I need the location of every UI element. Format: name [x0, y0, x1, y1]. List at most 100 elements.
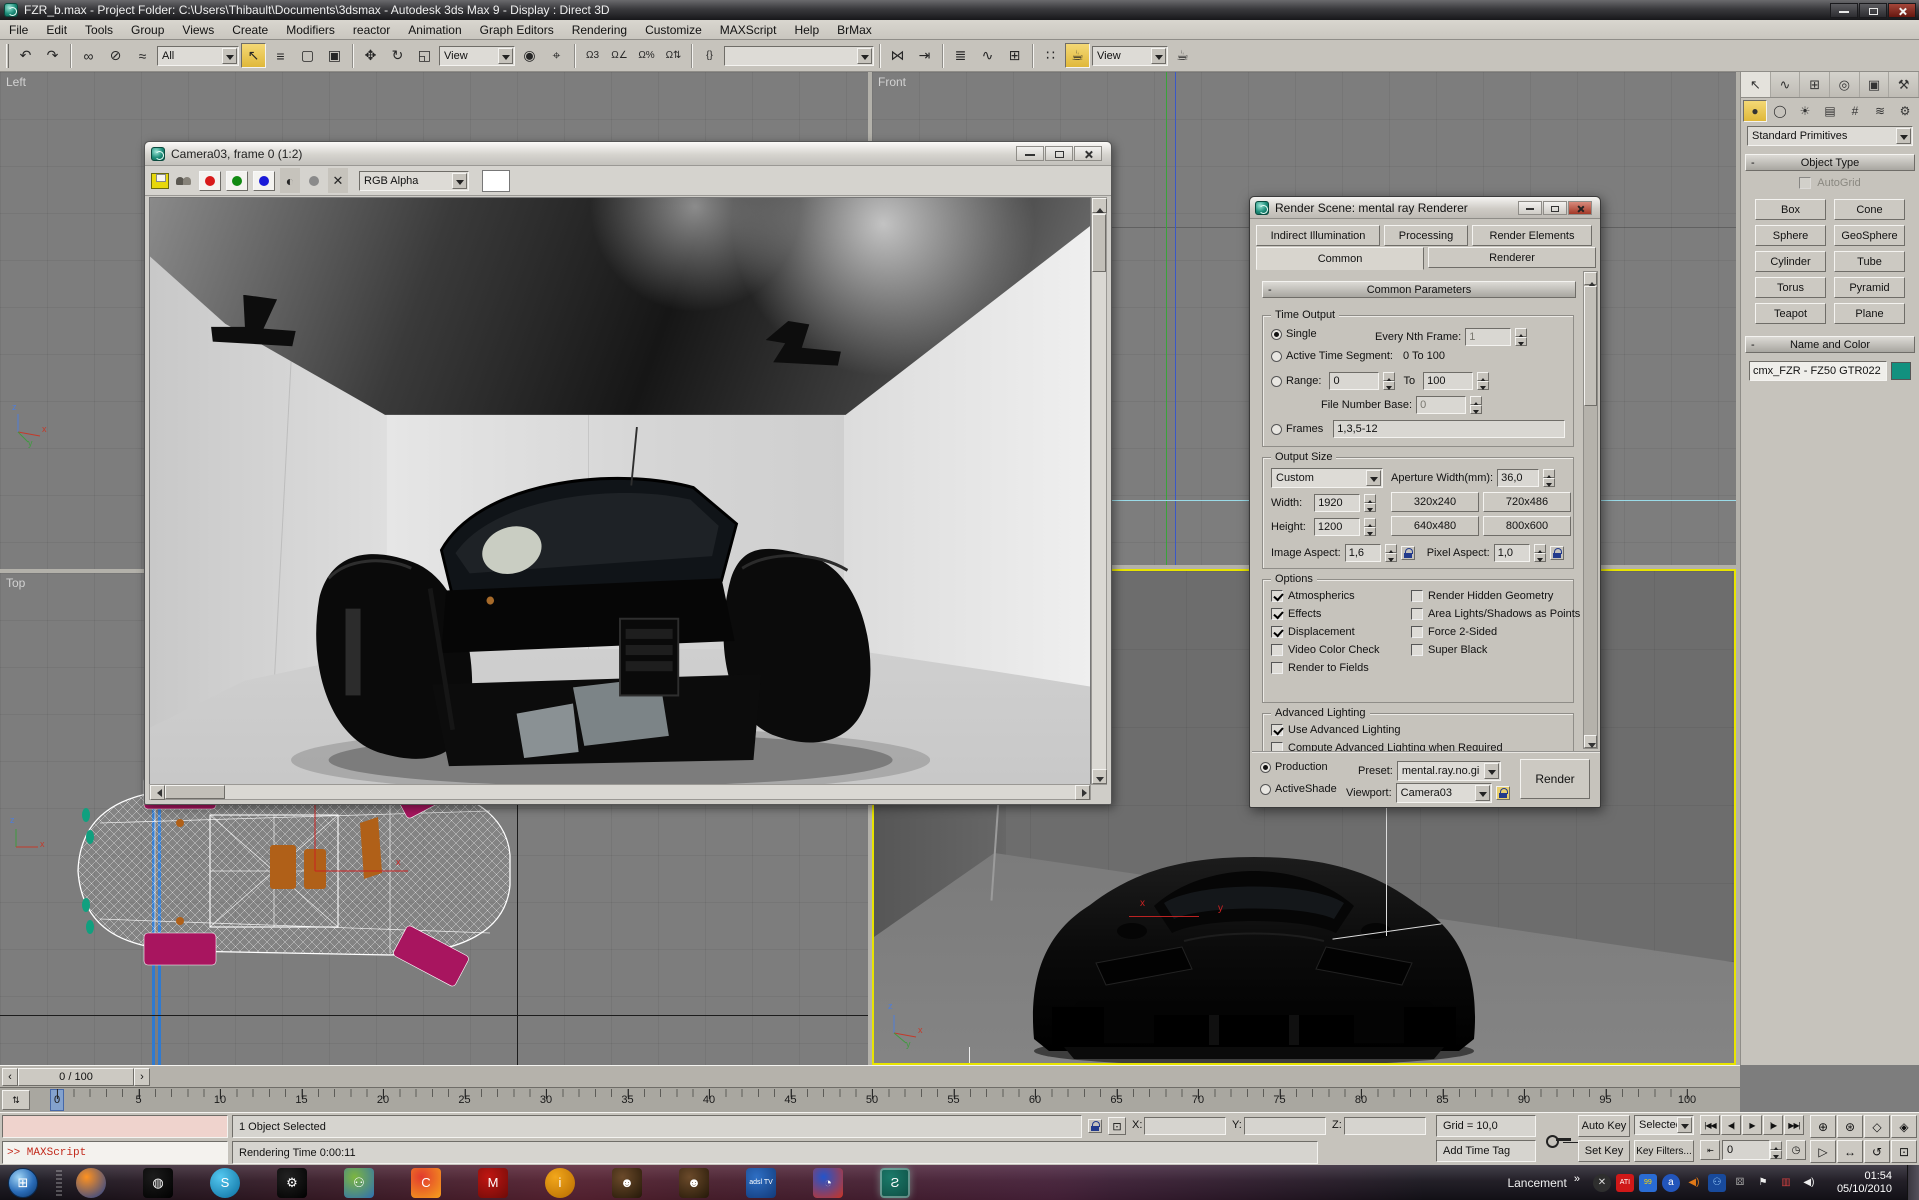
menu-rendering[interactable]: Rendering — [563, 21, 636, 39]
image-aspect-field[interactable]: 1,6 — [1345, 544, 1381, 562]
shapes-subtab-icon[interactable]: ◯ — [1768, 100, 1792, 122]
res-320x240-button[interactable]: 320x240 — [1391, 492, 1479, 512]
red-channel-button[interactable] — [199, 171, 221, 191]
play-icon[interactable]: ▶ — [1742, 1115, 1762, 1135]
res-720x486-button[interactable]: 720x486 — [1483, 492, 1571, 512]
messenger-tray-icon[interactable]: ⚇ — [1708, 1174, 1726, 1192]
tab-common[interactable]: Common — [1256, 247, 1424, 270]
production-radio-row[interactable]: Production — [1260, 761, 1328, 773]
render-button[interactable]: Render — [1520, 759, 1590, 799]
displacement-checkbox[interactable] — [1271, 626, 1283, 638]
tab-indirect-illumination[interactable]: Indirect Illumination — [1256, 225, 1380, 246]
maxscript-listener-prompt[interactable]: >> MAXScript — [2, 1141, 228, 1164]
scroll-down-icon[interactable] — [1092, 769, 1107, 784]
background-color-swatch[interactable] — [482, 170, 510, 192]
menu-create[interactable]: Create — [223, 21, 277, 39]
start-button[interactable]: ⊞ — [8, 1168, 38, 1198]
redo-icon[interactable]: ↷ — [40, 43, 65, 68]
checkbox-row[interactable]: Displacement — [1271, 626, 1411, 638]
video-color-check-checkbox[interactable] — [1271, 644, 1283, 656]
menu-modifiers[interactable]: Modifiers — [277, 21, 344, 39]
layer-manager-icon[interactable]: ≣ — [948, 43, 973, 68]
rect-selection-icon[interactable]: ▢ — [295, 43, 320, 68]
range-from-spinner[interactable] — [1383, 372, 1395, 390]
torus-button[interactable]: Torus — [1755, 277, 1826, 298]
frame-spinner[interactable] — [1770, 1141, 1782, 1159]
clone-window-icon[interactable] — [174, 173, 194, 189]
max-taskbar-icon[interactable]: Ƨ — [880, 1168, 910, 1198]
quick-render-icon[interactable]: ☕ — [1170, 43, 1195, 68]
tv99-tray-icon[interactable]: 99 — [1639, 1174, 1657, 1192]
checkbox-row[interactable]: Force 2-Sided — [1411, 626, 1569, 638]
maxscript-mini-listener[interactable] — [2, 1115, 228, 1138]
arc-rotate-icon[interactable]: ↺ — [1864, 1140, 1890, 1163]
close-button[interactable] — [1074, 146, 1102, 161]
image-aspect-spinner[interactable] — [1385, 544, 1397, 562]
menu-tools[interactable]: Tools — [76, 21, 122, 39]
next-frame-icon[interactable]: |▶ — [1763, 1115, 1783, 1135]
set-keys-icon[interactable] — [1546, 1133, 1572, 1147]
dropdown-arrow-icon[interactable] — [452, 173, 467, 189]
production-radio[interactable] — [1260, 762, 1271, 773]
image-aspect-lock-icon[interactable] — [1401, 546, 1415, 560]
preset-dropdown[interactable]: mental.ray.no.gi — [1397, 761, 1501, 781]
reference-coordinate-dropdown[interactable]: View — [439, 46, 515, 66]
dropdown-arrow-icon[interactable] — [1484, 763, 1499, 779]
hierarchy-tab-icon[interactable]: ⊞ — [1800, 72, 1830, 97]
checkbox-row[interactable]: Area Lights/Shadows as Points — [1411, 608, 1569, 620]
time-slider-thumb[interactable]: 0 / 100 — [18, 1068, 134, 1086]
effects-checkbox[interactable] — [1271, 608, 1283, 620]
dropdown-arrow-icon[interactable] — [1896, 128, 1911, 144]
dropdown-arrow-icon[interactable] — [1475, 785, 1490, 801]
lancement-toolbar[interactable]: Lancement — [1507, 1176, 1566, 1190]
maximize-button[interactable] — [1045, 146, 1073, 161]
render-scene-icon[interactable]: ☕ — [1065, 43, 1090, 68]
steam-icon[interactable]: ⚙ — [277, 1168, 307, 1198]
pixel-aspect-lock-icon[interactable] — [1550, 546, 1564, 560]
game-icon-2[interactable]: ☻ — [679, 1168, 709, 1198]
minimize-button[interactable] — [1830, 3, 1858, 18]
messenger-icon[interactable]: ⚇ — [344, 1168, 374, 1198]
range-radio[interactable] — [1271, 376, 1282, 387]
info-icon[interactable]: i — [545, 1168, 575, 1198]
dropdown-arrow-icon[interactable] — [1151, 48, 1166, 64]
rendered-image[interactable] — [149, 197, 1091, 785]
viewport-dropdown[interactable]: Camera03 — [1396, 783, 1492, 803]
schematic-view-icon[interactable]: ⊞ — [1002, 43, 1027, 68]
spinner-snap-icon[interactable]: Ω⇅ — [661, 43, 686, 68]
adsl-tv-icon[interactable]: adsl TV — [746, 1168, 776, 1198]
selection-filter-dropdown[interactable]: All — [157, 46, 239, 66]
checkbox-row[interactable]: Use Advanced Lighting — [1271, 724, 1569, 736]
curve-editor-icon[interactable]: ∿ — [975, 43, 1000, 68]
name-color-rollout[interactable]: - Name and Color — [1745, 336, 1915, 353]
utilities-tab-icon[interactable]: ⚒ — [1889, 72, 1919, 97]
pan-icon[interactable]: ↔ — [1837, 1140, 1863, 1163]
create-tab-icon[interactable]: ↖ — [1741, 72, 1771, 97]
update-tray-icon[interactable]: ▥ — [1777, 1174, 1795, 1192]
alpha-channel-icon[interactable]: ◐ — [280, 168, 300, 193]
undo-icon[interactable]: ↶ — [13, 43, 38, 68]
flag-tray-icon[interactable]: ⚑ — [1754, 1174, 1772, 1192]
file-base-spinner[interactable] — [1470, 396, 1482, 414]
trackbar-toggle-icon[interactable]: ⇅ — [2, 1090, 30, 1110]
select-move-icon[interactable]: ✥ — [358, 43, 383, 68]
scroll-right-icon[interactable] — [1075, 785, 1090, 800]
previous-frame-icon[interactable]: ◀| — [1721, 1115, 1741, 1135]
zoom-all-icon[interactable]: ⊛ — [1837, 1115, 1863, 1138]
clear-image-icon[interactable]: ✕ — [328, 168, 348, 193]
checkbox-row[interactable]: Effects — [1271, 608, 1411, 620]
render-hidden-geometry-checkbox[interactable] — [1411, 590, 1423, 602]
force-2-sided-checkbox[interactable] — [1411, 626, 1423, 638]
scroll-down-icon[interactable] — [1584, 735, 1597, 748]
align-icon[interactable]: ⇥ — [912, 43, 937, 68]
range-radio-row[interactable]: Range: 0 To 100 — [1271, 372, 1489, 390]
orange-speaker-tray-icon[interactable]: ◀) — [1685, 1174, 1703, 1192]
scroll-up-icon[interactable] — [1092, 198, 1107, 213]
active-segment-radio[interactable] — [1271, 351, 1282, 362]
ati-tray-icon[interactable]: ATI — [1616, 1174, 1634, 1192]
area-lights-shadows-as-points-checkbox[interactable] — [1411, 608, 1423, 620]
output-size-preset-dropdown[interactable]: Custom — [1271, 468, 1383, 488]
tab-renderer[interactable]: Renderer — [1428, 247, 1596, 268]
dropdown-arrow-icon[interactable] — [1366, 470, 1381, 486]
x-coord-field[interactable] — [1144, 1117, 1226, 1135]
